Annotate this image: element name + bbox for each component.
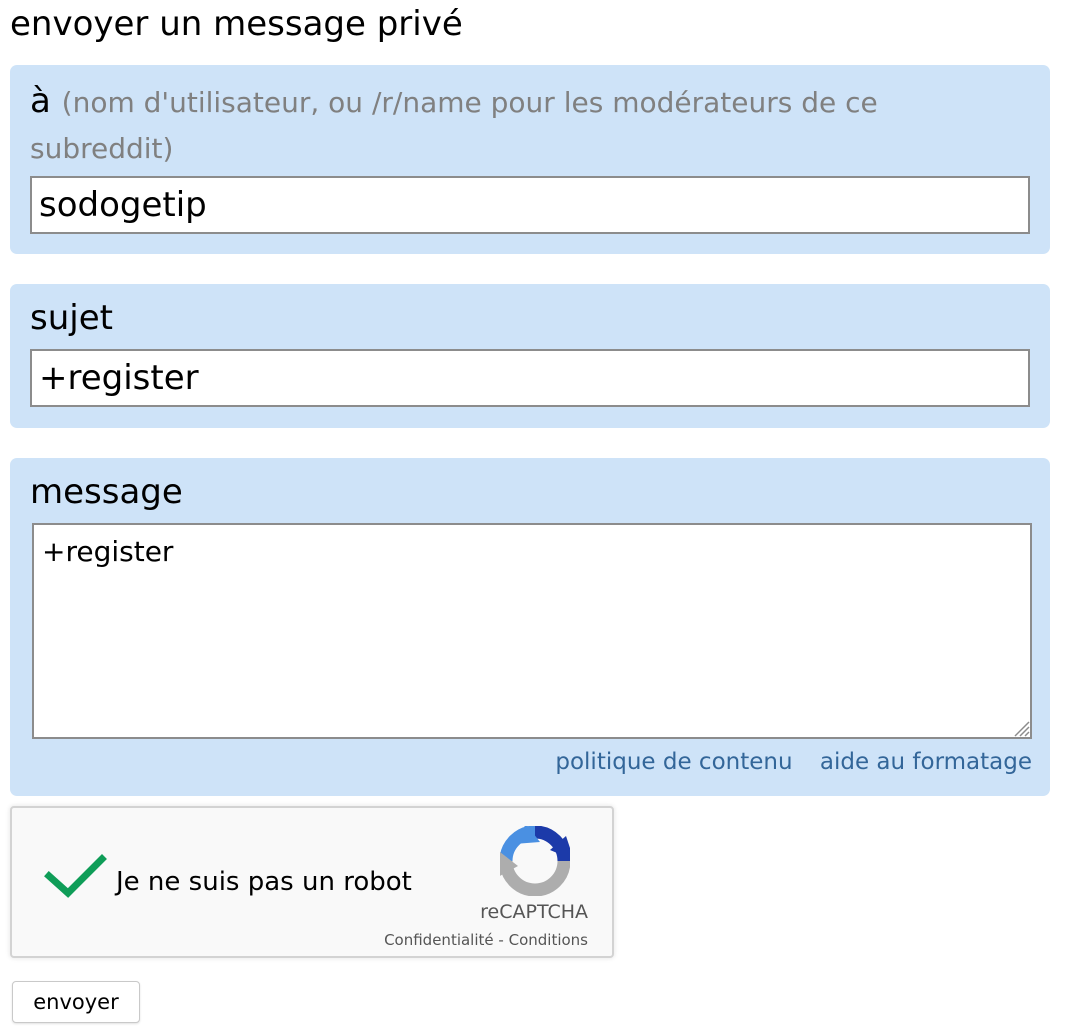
terms-separator: -: [493, 931, 509, 949]
recaptcha-logo-icon: [500, 826, 570, 896]
recaptcha-widget: Je ne suis pas un robot reCAPTCHA Confid…: [10, 806, 614, 958]
terms-link[interactable]: Conditions: [509, 931, 588, 949]
recaptcha-terms: Confidentialité - Conditions: [384, 930, 588, 950]
recipient-hint: (nom d'utilisateur, ou /r/name pour les …: [30, 86, 878, 165]
subject-input[interactable]: [30, 349, 1030, 407]
message-textarea[interactable]: +register: [32, 523, 1032, 739]
subject-label: sujet: [30, 298, 113, 338]
privacy-link[interactable]: Confidentialité: [384, 931, 494, 949]
recipient-label: à (nom d'utilisateur, ou /r/name pour le…: [30, 79, 1010, 171]
recipient-input[interactable]: [30, 176, 1030, 234]
message-panel: message +register politique de contenu a…: [10, 458, 1050, 796]
checkmark-icon[interactable]: [44, 852, 108, 902]
recipient-label-text: à: [30, 81, 51, 121]
help-links: politique de contenu aide au formatage: [535, 747, 1032, 777]
resize-grip-icon[interactable]: [1012, 719, 1030, 737]
recipient-panel: à (nom d'utilisateur, ou /r/name pour le…: [10, 65, 1050, 254]
send-button[interactable]: envoyer: [12, 981, 140, 1023]
subject-panel: sujet: [10, 284, 1050, 428]
message-label: message: [30, 472, 183, 512]
page-title: envoyer un message privé: [10, 4, 463, 44]
recaptcha-label: Je ne suis pas un robot: [116, 867, 412, 897]
formatting-help-link[interactable]: aide au formatage: [820, 749, 1032, 775]
content-policy-link[interactable]: politique de contenu: [555, 749, 792, 775]
recaptcha-brand: reCAPTCHA: [480, 901, 588, 923]
